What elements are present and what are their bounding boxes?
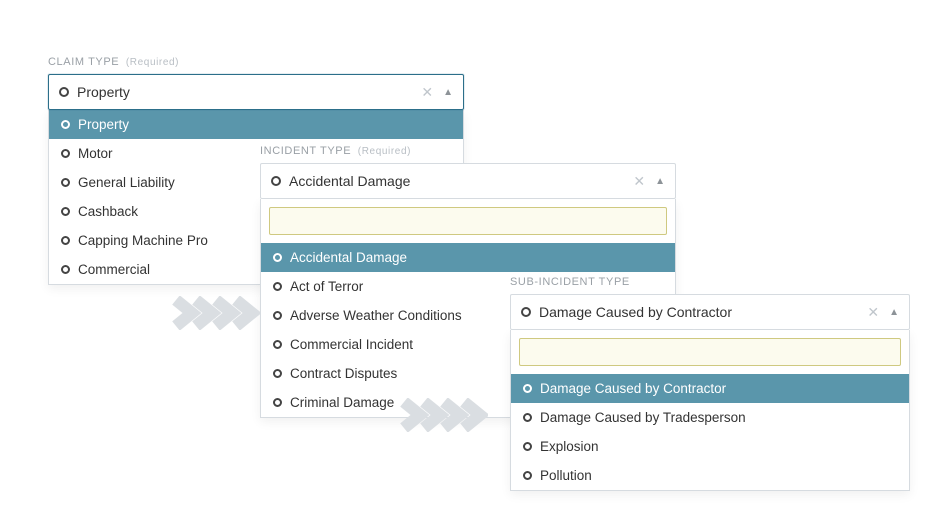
clear-icon[interactable]: ✕ [415,84,439,101]
sub-incident-type-field: SUB-INCIDENT TYPE Damage Caused by Contr… [510,276,910,491]
radio-icon [61,207,70,216]
chevron-up-icon[interactable]: ▲ [439,87,453,98]
search-input[interactable] [269,207,667,235]
sub-incident-type-combobox[interactable]: Damage Caused by Contractor ✕ ▲ [510,294,910,330]
sub-incident-type-dropdown: Damage Caused by Contractor Damage Cause… [510,330,910,491]
flow-chevrons-icon [398,398,488,432]
option-damage-contractor[interactable]: Damage Caused by Contractor [511,374,909,403]
radio-icon [273,369,282,378]
incident-type-value: Accidental Damage [289,173,627,189]
option-damage-tradesperson[interactable]: Damage Caused by Tradesperson [511,403,909,432]
radio-icon [273,398,282,407]
radio-icon [59,87,69,97]
radio-icon [521,307,531,317]
incident-type-label: INCIDENT TYPE (Required) [260,145,676,157]
radio-icon [523,442,532,451]
radio-icon [271,176,281,186]
label-text: CLAIM TYPE [48,56,119,68]
label-text: INCIDENT TYPE [260,145,351,157]
radio-icon [273,253,282,262]
option-property[interactable]: Property [49,110,463,139]
clear-icon[interactable]: ✕ [627,173,651,190]
radio-icon [61,265,70,274]
radio-icon [273,340,282,349]
radio-icon [61,120,70,129]
radio-icon [523,384,532,393]
chevron-up-icon[interactable]: ▲ [885,307,899,318]
claim-type-value: Property [77,84,415,100]
radio-icon [523,413,532,422]
search-wrap [261,199,675,243]
sub-incident-type-value: Damage Caused by Contractor [539,304,861,320]
claim-type-label: CLAIM TYPE (Required) [48,56,464,68]
incident-type-combobox[interactable]: Accidental Damage ✕ ▲ [260,163,676,199]
clear-icon[interactable]: ✕ [861,304,885,321]
required-tag: (Required) [358,146,411,157]
radio-icon [273,311,282,320]
label-text: SUB-INCIDENT TYPE [510,276,630,288]
search-input[interactable] [519,338,901,366]
required-tag: (Required) [126,57,179,68]
chevron-up-icon[interactable]: ▲ [651,176,665,187]
radio-icon [523,471,532,480]
sub-incident-type-label: SUB-INCIDENT TYPE [510,276,910,288]
radio-icon [273,282,282,291]
option-accidental-damage[interactable]: Accidental Damage [261,243,675,272]
radio-icon [61,149,70,158]
radio-icon [61,236,70,245]
flow-chevrons-icon [170,296,260,330]
option-explosion[interactable]: Explosion [511,432,909,461]
search-wrap [511,330,909,374]
radio-icon [61,178,70,187]
claim-type-combobox[interactable]: Property ✕ ▲ [48,74,464,110]
option-pollution[interactable]: Pollution [511,461,909,490]
